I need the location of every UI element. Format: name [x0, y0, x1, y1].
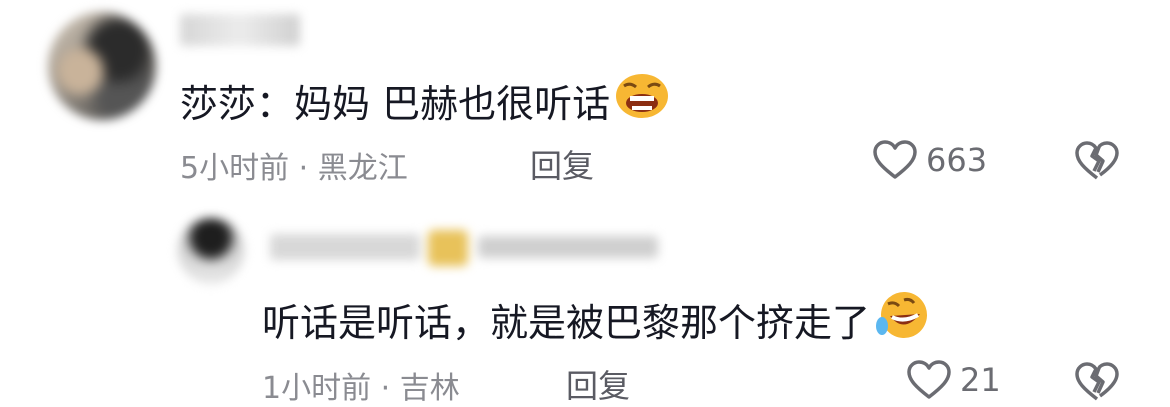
comment-1-username[interactable] [180, 14, 300, 46]
comment-1-like-count: 663 [926, 141, 988, 179]
heart-icon [873, 140, 917, 179]
comment-2-avatar[interactable] [178, 218, 244, 284]
heart-icon [907, 360, 951, 399]
comment-1-avatar[interactable] [48, 12, 156, 120]
comment-1-separator: · [298, 151, 309, 186]
comment-1-like-button[interactable]: 663 [872, 140, 987, 180]
laughing-face-icon [614, 72, 670, 129]
comment-1-location: 黑龙江 [317, 151, 408, 186]
comment-2-location: 吉林 [399, 371, 460, 406]
broken-heart-icon [1075, 141, 1119, 180]
comment-2-username[interactable] [270, 228, 670, 268]
comment-2-reply-button[interactable]: 回复 [566, 361, 630, 407]
comment-2-text-content: 听话是听话，就是被巴黎那个挤走了 [262, 301, 871, 345]
comment-1-meta: 5小时前 · 黑龙江 [180, 143, 408, 187]
comment-2-meta: 1小时前 · 吉林 [262, 363, 460, 407]
comment-1-dislike-button[interactable] [1074, 141, 1120, 185]
comment-2-like-count: 21 [960, 361, 1001, 399]
comment-1-time: 5小时前 [180, 151, 290, 186]
rolling-on-floor-laughing-icon [874, 290, 934, 349]
comment-1-text-content: 莎莎：妈妈 巴赫也很听话 [180, 82, 611, 126]
comment-2-time: 1小时前 [262, 371, 372, 406]
broken-heart-icon [1075, 362, 1119, 401]
comment-2-separator: · [380, 371, 391, 406]
comment-2-text: 听话是听话，就是被巴黎那个挤走了 [262, 290, 934, 349]
comment-2-like-button[interactable]: 21 [906, 360, 1001, 400]
comment-1-reply-button[interactable]: 回复 [530, 141, 594, 187]
comment-1-text: 莎莎：妈妈 巴赫也很听话 [180, 72, 670, 129]
comment-2-dislike-button[interactable] [1074, 362, 1120, 406]
